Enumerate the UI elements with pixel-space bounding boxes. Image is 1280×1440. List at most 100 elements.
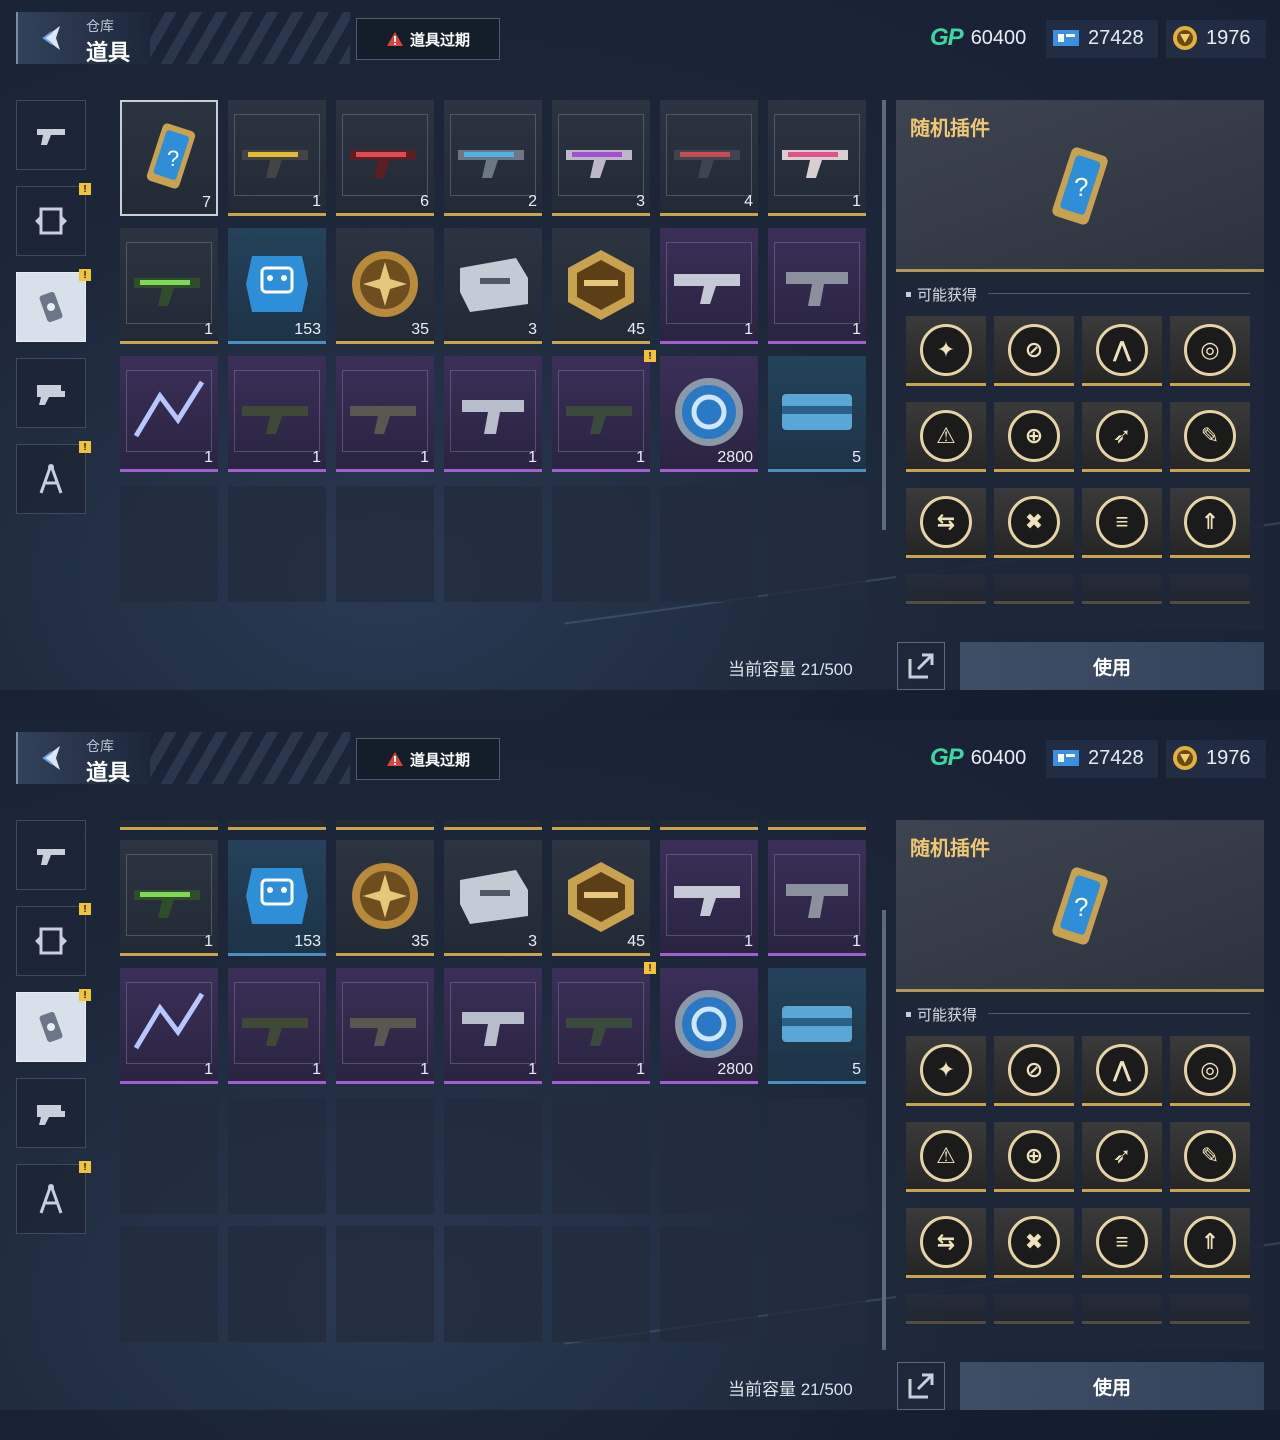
reward-mod[interactable]: ➶: [1082, 402, 1162, 472]
inventory-item-chip[interactable]: 153: [228, 228, 326, 344]
inventory-item-weapon[interactable]: 1: [120, 228, 218, 344]
expired-items-button[interactable]: 道具过期: [356, 18, 500, 60]
inventory-item-weapon[interactable]: 1: [228, 968, 326, 1084]
inventory-item-weapon[interactable]: 1: [336, 356, 434, 472]
reward-mod[interactable]: ◎: [1170, 1036, 1250, 1106]
inventory-item-weapon[interactable]: [768, 820, 866, 830]
reward-mod[interactable]: ⚠: [906, 402, 986, 472]
reward-mod-partial[interactable]: [1082, 1294, 1162, 1324]
sidebar-tab-attachments[interactable]: [16, 1078, 86, 1148]
inventory-item-case[interactable]: 3: [444, 228, 542, 344]
reward-mod[interactable]: ✖: [994, 488, 1074, 558]
reward-mod[interactable]: ⊘: [994, 316, 1074, 386]
reward-mod[interactable]: ✦: [906, 316, 986, 386]
reward-mod-partial[interactable]: [1170, 574, 1250, 604]
metal-case-icon: [460, 870, 528, 924]
reward-mod-partial[interactable]: [994, 574, 1074, 604]
page-title: 道具: [86, 40, 131, 65]
reward-mod[interactable]: ⇆: [906, 488, 986, 558]
reward-mod[interactable]: ≡: [1082, 1208, 1162, 1278]
inventory-item-weapon[interactable]: 4: [660, 100, 758, 216]
share-button[interactable]: [897, 1362, 945, 1410]
reward-mod-partial[interactable]: [1082, 574, 1162, 604]
inventory-item-weapon[interactable]: [552, 820, 650, 830]
item-count: 1: [528, 449, 537, 466]
reward-mod[interactable]: ⊕: [994, 1122, 1074, 1192]
inventory-item-weapon[interactable]: 1: [444, 356, 542, 472]
inventory-item-weapon[interactable]: [228, 820, 326, 830]
sidebar-tab-parts[interactable]: !: [16, 183, 91, 256]
reward-mod-partial[interactable]: [1170, 1294, 1250, 1324]
reward-mod[interactable]: ✎: [1170, 1122, 1250, 1192]
inventory-item-badge[interactable]: 45: [552, 840, 650, 956]
reward-mod[interactable]: ⋀: [1082, 1036, 1162, 1106]
sidebar-tab-weapons[interactable]: [16, 100, 86, 170]
inventory-item-crate[interactable]: 5: [768, 968, 866, 1084]
inventory-item-weapon[interactable]: 1: [444, 968, 542, 1084]
inventory-item-weapon[interactable]: 1: [768, 228, 866, 344]
use-button[interactable]: 使用: [960, 1362, 1264, 1410]
empty-slot: [336, 1226, 434, 1342]
reward-mod-partial[interactable]: [906, 1294, 986, 1324]
grid-scrollbar[interactable]: [882, 100, 886, 530]
reward-mod[interactable]: ➶: [1082, 1122, 1162, 1192]
reward-mod[interactable]: ✖: [994, 1208, 1074, 1278]
reward-mod-partial[interactable]: [906, 574, 986, 604]
inventory-item-token[interactable]: 2800: [660, 356, 758, 472]
grid-scrollbar[interactable]: [882, 910, 886, 1350]
inventory-item-token[interactable]: 2800: [660, 968, 758, 1084]
inventory-item-weapon[interactable]: 1: [768, 840, 866, 956]
sidebar-tab-attachments[interactable]: [16, 358, 86, 428]
reward-mod[interactable]: ⇆: [906, 1208, 986, 1278]
inventory-item-weapon[interactable]: 1: [120, 356, 218, 472]
empty-slot: [336, 486, 434, 602]
inventory-item-weapon[interactable]: 1: [120, 840, 218, 956]
inventory-item-weapon[interactable]: 1: [228, 356, 326, 472]
inventory-item-medal[interactable]: 35: [336, 840, 434, 956]
inventory-item-weapon[interactable]: 1: [660, 840, 758, 956]
inventory-item-weapon[interactable]: [660, 820, 758, 830]
inventory-item-weapon[interactable]: ! 1: [552, 350, 656, 472]
smg-skin-icon: [674, 274, 740, 304]
inventory-item-weapon[interactable]: 1: [120, 968, 218, 1084]
use-button[interactable]: 使用: [960, 642, 1264, 690]
inventory-item-weapon[interactable]: 2: [444, 100, 542, 216]
sidebar-tab-blueprints[interactable]: !: [16, 441, 91, 514]
sidebar-tab-parts[interactable]: !: [16, 903, 91, 976]
share-button[interactable]: [897, 642, 945, 690]
inventory-item-weapon[interactable]: ! 1: [552, 962, 656, 1084]
sidebar-tab-items[interactable]: !: [16, 269, 91, 342]
inventory-item-weapon[interactable]: [336, 820, 434, 830]
inventory-item-weapon[interactable]: 3: [552, 100, 650, 216]
sidebar-tab-weapons[interactable]: [16, 820, 86, 890]
reward-mod[interactable]: ◎: [1170, 316, 1250, 386]
inventory-item-random-plugin[interactable]: [120, 820, 218, 830]
inventory-item-badge[interactable]: 45: [552, 228, 650, 344]
inventory-item-weapon[interactable]: 1: [768, 100, 866, 216]
reward-mod[interactable]: ⊘: [994, 1036, 1074, 1106]
reward-mod[interactable]: ⊕: [994, 402, 1074, 472]
inventory-item-weapon[interactable]: 1: [336, 968, 434, 1084]
inventory-item-weapon[interactable]: [444, 820, 542, 830]
attachment-icon: [37, 1105, 65, 1125]
inventory-item-chip[interactable]: 153: [228, 840, 326, 956]
inventory-item-weapon[interactable]: 1: [660, 228, 758, 344]
sidebar-tab-blueprints[interactable]: !: [16, 1161, 91, 1234]
reward-mod[interactable]: ⋀: [1082, 316, 1162, 386]
empty-slot: [660, 1226, 758, 1342]
sidebar-tab-items[interactable]: !: [16, 989, 91, 1062]
inventory-item-weapon[interactable]: 6: [336, 100, 434, 216]
reward-mod[interactable]: ⇑: [1170, 1208, 1250, 1278]
inventory-item-case[interactable]: 3: [444, 840, 542, 956]
inventory-item-weapon[interactable]: 1: [228, 100, 326, 216]
reward-mod[interactable]: ≡: [1082, 488, 1162, 558]
expired-items-button[interactable]: 道具过期: [356, 738, 500, 780]
inventory-item-random-plugin[interactable]: ? 7: [120, 100, 218, 216]
inventory-item-medal[interactable]: 35: [336, 228, 434, 344]
reward-mod[interactable]: ⇑: [1170, 488, 1250, 558]
reward-mod[interactable]: ✦: [906, 1036, 986, 1106]
reward-mod[interactable]: ✎: [1170, 402, 1250, 472]
reward-mod[interactable]: ⚠: [906, 1122, 986, 1192]
inventory-item-crate[interactable]: 5: [768, 356, 866, 472]
reward-mod-partial[interactable]: [994, 1294, 1074, 1324]
